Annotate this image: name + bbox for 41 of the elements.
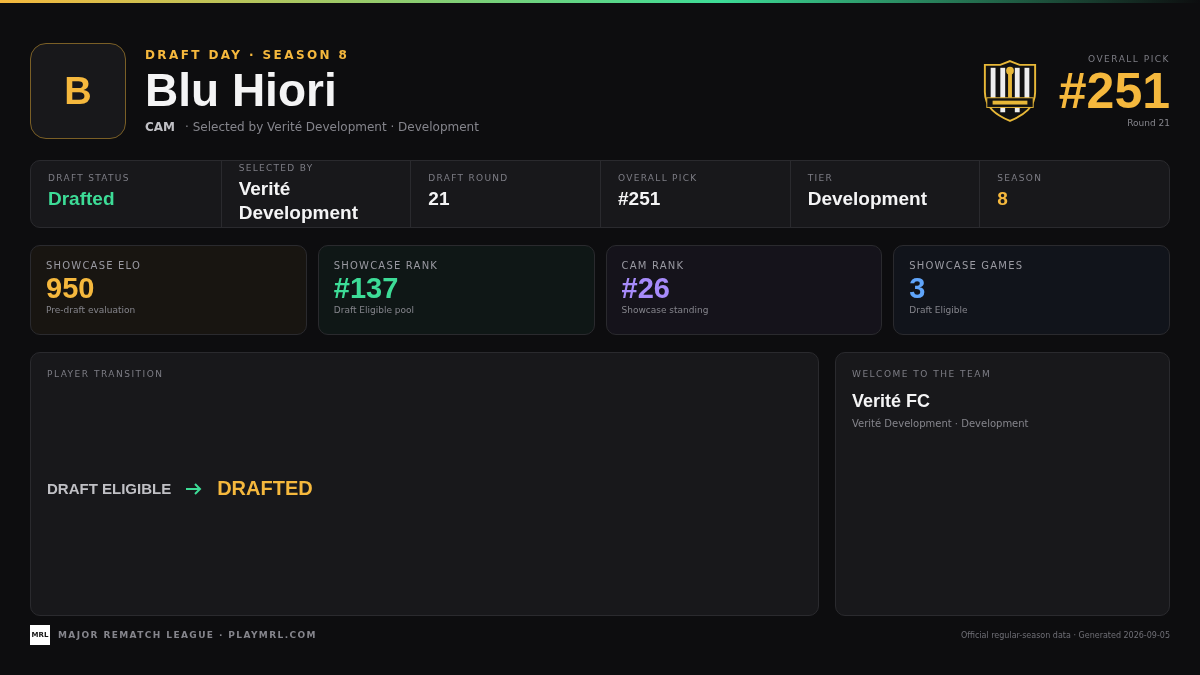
stat-value: #26	[621, 271, 671, 305]
fact-label: OVERALL PICK	[618, 173, 699, 183]
fact-value: 8	[997, 187, 1009, 211]
round-text: Round 21	[1126, 118, 1170, 128]
stat-label: SHOWCASE RANK	[333, 260, 440, 271]
stat-label: SHOWCASE GAMES	[909, 260, 1025, 271]
fact-label: SELECTED BY	[238, 163, 315, 173]
stat-note: Draft Eligible	[909, 305, 969, 315]
fact-label: SEASON	[997, 173, 1044, 183]
league-text: MAJOR REMATCH LEAGUE · PLAYMRL.COM	[58, 630, 317, 640]
pick-label: OVERALL PICK	[1087, 54, 1170, 64]
stat-value: 950	[46, 271, 96, 305]
eyebrow-text: DRAFT DAY · SEASON 8	[145, 48, 351, 62]
fact-label: DRAFT ROUND	[428, 173, 510, 183]
arrow-icon	[185, 481, 204, 496]
fact-value: #251	[618, 187, 662, 211]
team-detail: Verité Development · Development	[852, 418, 1030, 429]
position-text: CAM	[145, 120, 176, 134]
player-name: Blu Hiori	[145, 63, 338, 118]
stat-note: Draft Eligible pool	[333, 305, 416, 315]
fact-value: Development	[807, 187, 928, 211]
stat-note: Pre-draft evaluation	[46, 305, 137, 315]
subtitle-text: · Selected by Verité Development · Development	[185, 120, 479, 134]
stat-note: Showcase standing	[621, 305, 710, 315]
stat-value: 3	[909, 271, 927, 305]
player-avatar: B	[30, 43, 126, 139]
stat-label: SHOWCASE ELO	[46, 260, 143, 271]
fact-label: DRAFT STATUS	[48, 173, 131, 183]
fact-value: 21	[428, 187, 451, 211]
fact-value: Drafted	[48, 187, 116, 211]
fact-label: TIER	[807, 173, 834, 183]
footer-note: Official regular-season data · Generated 2026-09-05	[960, 630, 1170, 640]
to-status: DRAFTED	[217, 477, 313, 500]
fact-value: Verité Development	[238, 177, 359, 225]
stat-value: #137	[333, 271, 400, 305]
pick-number: #251	[1058, 64, 1170, 118]
panel-title: PLAYER TRANSITION	[47, 369, 165, 379]
from-status: DRAFT ELIGIBLE	[47, 480, 172, 497]
panel-title: WELCOME TO THE TEAM	[852, 369, 993, 379]
team-name: Verité FC	[852, 391, 932, 412]
stat-label: CAM RANK	[621, 260, 686, 271]
